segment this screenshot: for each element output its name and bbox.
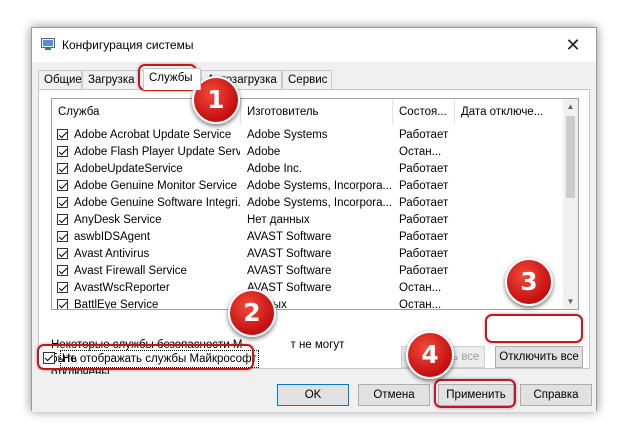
service-status: Остан... xyxy=(399,146,442,158)
close-button[interactable]: ✕ xyxy=(550,28,596,62)
services-list[interactable]: Служба Изготовитель Состоя... Дата отклю… xyxy=(51,98,579,310)
vertical-scrollbar[interactable]: ▲ ▼ xyxy=(563,99,578,309)
service-name: AnyDesk Service xyxy=(74,214,162,226)
service-name: Adobe Flash Player Update Service xyxy=(74,146,240,158)
service-manufacturer: Adobe Systems xyxy=(247,129,328,141)
cancel-button[interactable]: Отмена xyxy=(358,384,430,406)
table-row[interactable]: AdobeUpdateService Adobe Inc. Работает xyxy=(52,161,564,178)
highlight-apply-button xyxy=(434,379,516,408)
highlight-hide-microsoft-services xyxy=(37,344,254,370)
table-row[interactable]: Adobe Genuine Software Integri... Adobe S… xyxy=(52,195,564,212)
service-manufacturer: AVAST Software xyxy=(247,282,332,294)
service-status: Работает xyxy=(399,214,449,226)
column-header-disabled-date[interactable]: Дата отключе... xyxy=(455,99,564,125)
step-marker-3: 3 xyxy=(505,258,553,306)
service-status: Остан... xyxy=(399,282,442,294)
service-checkbox[interactable] xyxy=(57,231,68,242)
table-row[interactable]: Avast Antivirus AVAST Software Работает xyxy=(52,246,564,263)
close-icon: ✕ xyxy=(565,34,581,55)
scroll-up-arrow-icon[interactable]: ▲ xyxy=(563,99,578,114)
service-checkbox[interactable] xyxy=(57,146,68,157)
table-row[interactable]: BattlEye ServiceданныхОстан... xyxy=(52,297,564,310)
service-manufacturer: Adobe xyxy=(247,146,281,158)
column-header-status[interactable]: Состоя... xyxy=(393,99,455,125)
service-status: Работает xyxy=(399,265,449,277)
service-checkbox[interactable] xyxy=(57,214,68,225)
table-row[interactable]: Avast Firewall Service AVAST Software Рабо… xyxy=(52,263,564,280)
service-status: Остан... xyxy=(399,299,442,310)
tab-general[interactable]: Общие xyxy=(38,70,82,89)
table-row[interactable]: AnyDesk Service Нет данных Работает xyxy=(52,212,564,229)
disable-all-button[interactable]: Отключить все xyxy=(495,346,583,368)
service-status: Работает xyxy=(399,197,449,209)
service-name: Avast Antivirus xyxy=(74,248,150,260)
service-manufacturer: AVAST Software xyxy=(247,231,332,243)
service-status: Работает xyxy=(399,231,449,243)
service-status: Работает xyxy=(399,129,449,141)
service-checkbox[interactable] xyxy=(57,265,68,276)
list-header: Служба Изготовитель Состоя... Дата отклю… xyxy=(52,99,564,125)
service-checkbox[interactable] xyxy=(57,197,68,208)
table-row[interactable]: Adobe Acrobat Update Service Adobe System… xyxy=(52,127,564,144)
tab-boot[interactable]: Загрузка xyxy=(82,70,144,89)
step-marker-4: 4 xyxy=(406,331,454,379)
step-marker-2: 2 xyxy=(228,289,276,337)
table-row[interactable]: AvastWscReporter AVAST Software Остан... xyxy=(52,280,564,297)
service-checkbox[interactable] xyxy=(57,163,68,174)
service-name: AvastWscReporter xyxy=(74,282,170,294)
table-row[interactable]: Adobe Genuine Monitor Service Adobe Syste… xyxy=(52,178,564,195)
service-name: aswbIDSAgent xyxy=(74,231,151,243)
service-manufacturer: AVAST Software xyxy=(247,265,332,277)
table-row[interactable]: aswbIDSAgent AVAST Software Работает xyxy=(52,229,564,246)
highlight-disable-all-button xyxy=(485,314,583,343)
service-manufacturer: Adobe Inc. xyxy=(247,163,302,175)
service-manufacturer: AVAST Software xyxy=(247,248,332,260)
service-name: Adobe Genuine Software Integri... xyxy=(74,197,240,209)
service-status: Работает xyxy=(399,180,449,192)
service-name: AdobeUpdateService xyxy=(74,163,183,175)
service-checkbox[interactable] xyxy=(57,180,68,191)
service-manufacturer: Нет данных xyxy=(247,214,310,226)
table-row[interactable]: Adobe Flash Player Update Service Adobe Ос… xyxy=(52,144,564,161)
service-status: Работает xyxy=(399,163,449,175)
service-manufacturer: Adobe Systems, Incorpora... xyxy=(247,180,393,192)
msconfig-icon xyxy=(41,38,55,50)
service-checkbox[interactable] xyxy=(57,248,68,259)
service-name: Avast Firewall Service xyxy=(74,265,187,277)
help-button[interactable]: Справка xyxy=(520,384,592,406)
service-status: Работает xyxy=(399,248,449,260)
scroll-down-arrow-icon[interactable]: ▼ xyxy=(563,294,578,309)
service-manufacturer: Adobe Systems, Incorpora... xyxy=(247,197,393,209)
scrollbar-thumb[interactable] xyxy=(566,116,575,198)
column-header-manufacturer[interactable]: Изготовитель xyxy=(241,99,393,125)
service-name: Adobe Genuine Monitor Service xyxy=(74,180,238,192)
tab-services[interactable]: Службы xyxy=(143,68,201,90)
window-title: Конфигурация системы xyxy=(62,38,194,52)
tab-tools[interactable]: Сервис xyxy=(282,70,332,89)
service-name: BattlEye Service xyxy=(74,299,159,310)
ok-button[interactable]: OK xyxy=(277,384,349,406)
service-checkbox[interactable] xyxy=(57,282,68,293)
title-bar[interactable]: Конфигурация системы ✕ xyxy=(32,28,596,62)
service-name: Adobe Acrobat Update Service xyxy=(74,129,232,141)
service-checkbox[interactable] xyxy=(57,129,68,140)
service-checkbox[interactable] xyxy=(57,299,68,309)
